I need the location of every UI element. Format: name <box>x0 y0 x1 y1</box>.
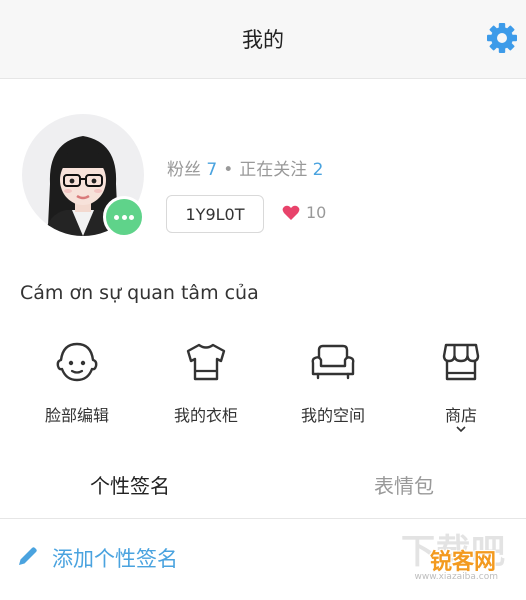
tab-divider <box>0 518 526 519</box>
following-link[interactable]: 正在关注 2 <box>239 160 323 180</box>
tab-signature[interactable]: 个性签名 <box>90 470 170 499</box>
add-signature-button[interactable]: 添加个性签名 <box>16 543 178 573</box>
store-button[interactable]: 商店 <box>406 340 516 433</box>
followers-count: 7 <box>206 160 218 180</box>
store-icon <box>442 343 480 381</box>
page-title: 我的 <box>242 28 284 52</box>
feature-label: 脸部编辑 <box>44 406 109 425</box>
watermark-url: www.xiazaiba.com <box>414 572 498 582</box>
more-dots-icon[interactable] <box>103 196 145 238</box>
tab-stickers[interactable]: 表情包 <box>374 470 434 499</box>
face-edit-button[interactable]: 脸部编辑 <box>22 340 132 426</box>
chevron-down-icon <box>456 426 466 433</box>
feature-label: 我的衣柜 <box>173 406 238 425</box>
wardrobe-button[interactable]: 我的衣柜 <box>151 340 261 426</box>
feature-label: 商店 <box>406 402 516 433</box>
following-label: 正在关注 <box>239 160 308 180</box>
follow-stats: 粉丝 7 • 正在关注 2 <box>167 155 324 180</box>
bio-text: Cám ơn sự quan tâm của <box>20 282 259 304</box>
top-bar: 我的 <box>0 0 526 79</box>
my-space-button[interactable]: 我的空间 <box>278 340 388 426</box>
sofa-icon <box>311 344 355 380</box>
feature-label: 我的空间 <box>300 406 365 425</box>
user-id-button[interactable]: 1Y9L0T <box>166 195 264 233</box>
gear-icon[interactable] <box>484 20 520 56</box>
store-label: 商店 <box>444 406 477 425</box>
watermark: 下载吧 锐客网 www.xiazaiba.com <box>398 526 508 586</box>
stats-separator: • <box>223 160 234 180</box>
likes-counter[interactable]: 10 <box>282 203 326 222</box>
pencil-icon <box>19 547 37 565</box>
tshirt-icon <box>186 343 226 381</box>
followers-link[interactable]: 粉丝 7 <box>167 160 217 180</box>
likes-count: 10 <box>306 203 327 222</box>
add-signature-label: 添加个性签名 <box>52 547 178 571</box>
following-count: 2 <box>312 160 324 180</box>
face-icon <box>56 342 98 382</box>
followers-label: 粉丝 <box>167 160 201 180</box>
heart-icon <box>282 205 300 220</box>
